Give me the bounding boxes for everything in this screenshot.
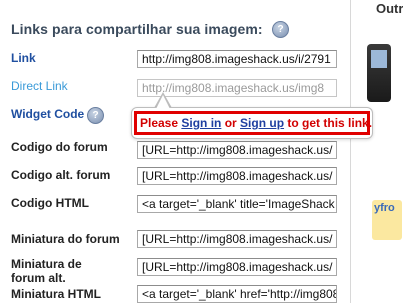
label-html-thumbnail: Miniatura HTML xyxy=(11,287,101,301)
label-forum-thumbnail: Miniatura do forum xyxy=(11,232,120,246)
label-widget-code: Widget Code xyxy=(11,107,85,121)
label-html-code: Codigo HTML xyxy=(11,196,89,210)
forum-thumbnail-field[interactable]: [URL=http://img808.imageshack.us/ xyxy=(137,230,337,248)
forum-code-field[interactable]: [URL=http://img808.imageshack.us/ xyxy=(137,141,337,159)
alt-forum-code-field[interactable]: [URL=http://img808.imageshack.us/ xyxy=(137,167,337,185)
sign-in-link[interactable]: Sign in xyxy=(181,116,221,130)
html-thumbnail-field[interactable]: <a target='_blank' href='http://img808 xyxy=(137,285,337,303)
partner-logo[interactable]: yfro xyxy=(372,200,402,240)
alt-forum-thumbnail-field[interactable]: [URL=http://img808.imageshack.us/ xyxy=(137,258,337,276)
widget-help-icon[interactable]: ? xyxy=(87,107,104,124)
share-links-panel: Links para compartilhar sua imagem: ? Li… xyxy=(0,0,351,303)
section-title: Links para compartilhar sua imagem: xyxy=(11,21,263,37)
section-title-text: Links para compartilhar sua imagem: xyxy=(11,21,263,37)
popup-tail-inner xyxy=(156,95,170,109)
label-alt-forum-code: Codigo alt. forum xyxy=(11,168,111,182)
label-direct-link: Direct Link xyxy=(11,79,68,93)
phone-ad-image[interactable] xyxy=(367,44,391,102)
link-field[interactable]: http://img808.imageshack.us/i/2791 xyxy=(137,50,337,68)
signin-message: Please Sign in or Sign up to get this li… xyxy=(134,111,373,135)
label-forum-code: Codigo do forum xyxy=(11,140,108,154)
popup-suffix: to get this link. xyxy=(284,116,373,130)
partner-logo-text: yfro xyxy=(374,202,395,214)
label-alt-forum-thumbnail: Miniatura de forum alt. xyxy=(11,257,82,285)
popup-middle: or xyxy=(221,116,241,130)
popup-prefix: Please xyxy=(140,116,182,130)
html-code-field[interactable]: <a target='_blank' title='ImageShack xyxy=(137,195,337,213)
sign-up-link[interactable]: Sign up xyxy=(240,116,284,130)
side-section-title: Outr xyxy=(376,1,403,16)
label-link: Link xyxy=(11,51,36,65)
question-mark-icon[interactable]: ? xyxy=(272,21,289,38)
